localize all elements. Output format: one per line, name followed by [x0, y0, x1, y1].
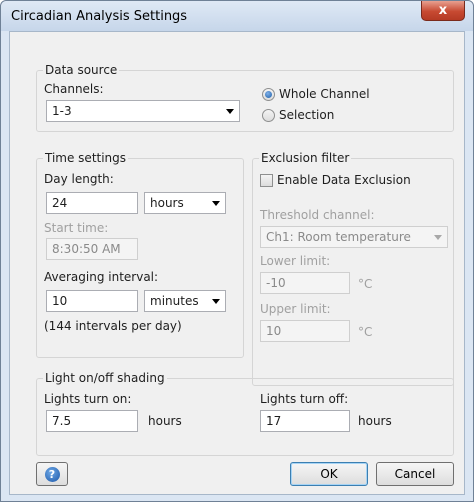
channels-value: 1-3 — [52, 104, 72, 118]
help-icon: ? — [44, 466, 60, 482]
light-shading-label: Light on/off shading — [43, 371, 167, 385]
lower-limit-unit: °C — [358, 277, 373, 291]
upper-limit-label: Upper limit: — [260, 302, 331, 316]
averaging-interval-label: Averaging interval: — [44, 270, 159, 284]
day-length-label: Day length: — [44, 172, 114, 186]
channels-label: Channels: — [44, 82, 104, 96]
close-button[interactable]: x — [421, 1, 465, 21]
lights-on-unit: hours — [148, 414, 182, 428]
selection-label[interactable]: Selection — [279, 108, 334, 122]
exclusion-filter-label: Exclusion filter — [259, 151, 352, 165]
whole-channel-radio[interactable] — [262, 88, 275, 101]
help-button[interactable]: ? — [36, 462, 68, 486]
enable-exclusion-checkbox[interactable] — [260, 174, 273, 187]
upper-limit-input[interactable]: 10 — [260, 320, 350, 342]
ok-label: OK — [320, 467, 338, 481]
averaging-interval-value: 10 — [52, 294, 68, 308]
upper-limit-unit: °C — [358, 325, 373, 339]
intervals-per-day-note: (144 intervals per day) — [44, 319, 182, 333]
averaging-unit-value: minutes — [150, 294, 199, 308]
threshold-channel-value: Ch1: Room temperature — [266, 230, 411, 244]
ok-button[interactable]: OK — [290, 462, 368, 486]
lower-limit-label: Lower limit: — [260, 254, 331, 268]
start-time-label: Start time: — [44, 221, 109, 235]
threshold-channel-label: Threshold channel: — [260, 208, 375, 222]
channels-select[interactable]: 1-3 — [46, 100, 240, 122]
lower-limit-input[interactable]: -10 — [260, 272, 350, 294]
lights-on-label: Lights turn on: — [44, 392, 132, 406]
day-length-unit-value: hours — [150, 196, 184, 210]
close-icon: x — [438, 3, 448, 18]
averaging-unit-select[interactable]: minutes — [144, 290, 226, 312]
dialog-body: Data source Channels: 1-3 Whole Channel … — [9, 31, 465, 495]
dialog-title: Circadian Analysis Settings — [11, 9, 188, 24]
day-length-input[interactable]: 24 — [46, 192, 138, 214]
day-length-unit-select[interactable]: hours — [144, 192, 226, 214]
data-source-label: Data source — [43, 63, 120, 77]
enable-exclusion-label[interactable]: Enable Data Exclusion — [277, 173, 411, 187]
start-time-input[interactable]: 8:30:50 AM — [46, 238, 138, 260]
chevron-down-icon — [212, 201, 220, 206]
averaging-interval-input[interactable]: 10 — [46, 290, 138, 312]
lights-off-input[interactable]: 17 — [260, 410, 350, 432]
settings-dialog: Circadian Analysis Settings x Data sourc… — [0, 0, 474, 502]
whole-channel-label[interactable]: Whole Channel — [279, 87, 370, 101]
lights-off-label: Lights turn off: — [260, 392, 349, 406]
cancel-label: Cancel — [394, 467, 436, 481]
title-bar[interactable]: Circadian Analysis Settings x — [1, 1, 473, 31]
upper-limit-value: 10 — [266, 324, 282, 338]
lower-limit-value: -10 — [266, 276, 286, 290]
threshold-channel-select[interactable]: Ch1: Room temperature — [260, 226, 448, 248]
lights-on-value: 7.5 — [52, 414, 72, 428]
cancel-button[interactable]: Cancel — [376, 462, 454, 486]
lights-off-unit: hours — [358, 414, 392, 428]
lights-off-value: 17 — [266, 414, 282, 428]
chevron-down-icon — [434, 235, 442, 240]
time-settings-label: Time settings — [43, 151, 129, 165]
selection-radio[interactable] — [262, 109, 275, 122]
chevron-down-icon — [212, 299, 220, 304]
start-time-value: 8:30:50 AM — [52, 242, 121, 256]
day-length-value: 24 — [52, 196, 68, 210]
chevron-down-icon — [226, 109, 234, 114]
lights-on-input[interactable]: 7.5 — [46, 410, 138, 432]
